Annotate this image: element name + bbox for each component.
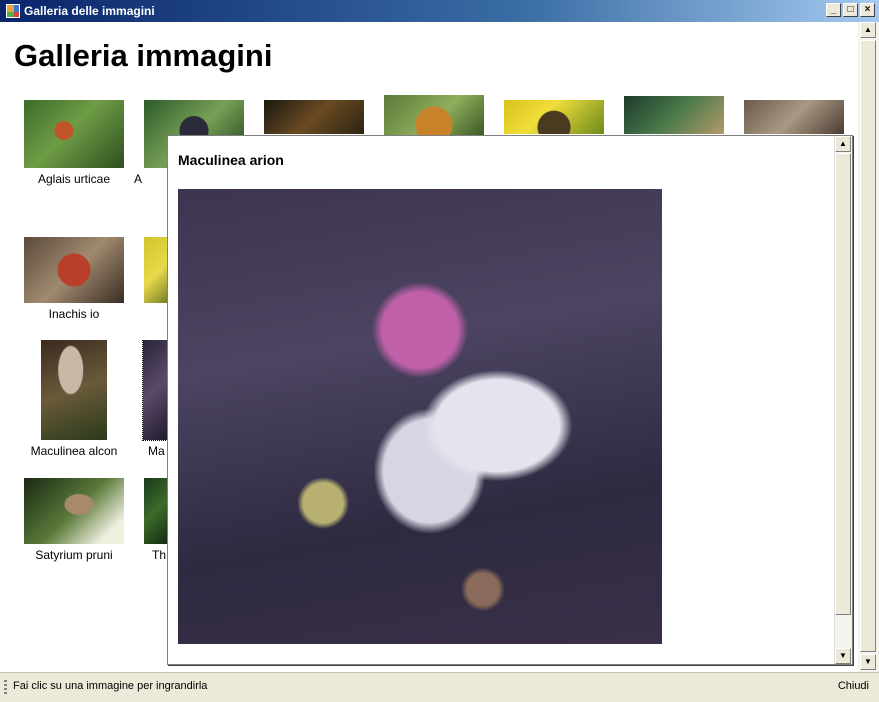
thumbnail-image[interactable] — [144, 237, 167, 303]
preview-title: Maculinea arion — [178, 152, 284, 168]
thumbnail-image[interactable] — [41, 340, 107, 440]
thumbnail-satyrium-pruni[interactable]: Satyrium pruni — [14, 478, 134, 562]
image-preview-panel: Maculinea arion ▲ ▼ — [167, 135, 853, 665]
thumbnail-label: Maculinea alcon — [30, 444, 118, 458]
thumbnail-image[interactable] — [624, 96, 724, 134]
thumbnail-6[interactable] — [614, 96, 734, 134]
thumbnail-image[interactable] — [384, 95, 484, 135]
thumbnail-label: Ma — [148, 444, 165, 458]
thumbnail-label: Aglais urticae — [37, 172, 111, 186]
thumbnail-image[interactable] — [744, 100, 844, 134]
close-window-button[interactable]: × — [860, 3, 875, 17]
thumbnail-5[interactable] — [494, 100, 614, 134]
window-titlebar[interactable]: Galleria delle immagini _ □ × — [0, 0, 879, 22]
thumbnail-aglais-urticae[interactable]: Aglais urticae — [14, 100, 134, 186]
minimize-button[interactable]: _ — [826, 3, 841, 17]
app-icon — [6, 4, 20, 18]
thumbnail-image[interactable] — [144, 478, 167, 544]
page-title: Galleria immagini — [14, 38, 273, 73]
client-area: Galleria immagini Aglais urticae A Inach… — [0, 22, 879, 672]
window-controls: _ □ × — [826, 3, 875, 17]
status-bar: Fai clic su una immagine per ingrandirla… — [0, 672, 879, 702]
thumbnail-label: Inachis io — [48, 307, 100, 321]
scroll-up-arrow-icon[interactable]: ▲ — [860, 22, 876, 38]
grip-icon — [4, 680, 7, 694]
scroll-down-arrow-icon[interactable]: ▼ — [835, 648, 851, 664]
thumbnail-4[interactable] — [374, 95, 494, 135]
window-title: Galleria delle immagini — [24, 4, 155, 18]
thumbnail-image[interactable] — [24, 100, 124, 168]
scrollbar-thumb[interactable] — [835, 153, 851, 615]
thumbnail-7[interactable] — [734, 100, 854, 134]
thumbnail-inachis-io[interactable]: Inachis io — [14, 237, 134, 321]
close-link[interactable]: Chiudi — [838, 680, 869, 692]
thumbnail-maculinea-alcon[interactable]: Maculinea alcon — [14, 340, 134, 458]
scroll-up-arrow-icon[interactable]: ▲ — [835, 136, 851, 152]
thumbnail-image[interactable] — [142, 340, 167, 441]
scrollbar-thumb[interactable] — [860, 40, 876, 652]
thumbnail-maculinea-arion[interactable]: Ma — [134, 340, 167, 458]
thumbnail-image[interactable] — [504, 100, 604, 134]
status-text: Fai clic su una immagine per ingrandirla — [13, 680, 208, 692]
maximize-button[interactable]: □ — [843, 3, 858, 17]
thumbnail-image[interactable] — [264, 100, 364, 134]
preview-scrollbar[interactable]: ▲ ▼ — [834, 136, 852, 664]
thumbnail-image[interactable] — [24, 478, 124, 544]
thumbnail-label: Satyrium pruni — [35, 548, 113, 562]
window-scrollbar[interactable]: ▲ ▼ — [858, 22, 879, 672]
thumbnail-13[interactable]: Th — [134, 478, 167, 562]
butterfly-photo-icon[interactable] — [178, 189, 662, 644]
thumbnail-3[interactable] — [254, 100, 374, 134]
thumbnail-image[interactable] — [24, 237, 124, 303]
scroll-down-arrow-icon[interactable]: ▼ — [860, 654, 876, 670]
thumbnail-9[interactable] — [134, 237, 167, 303]
thumbnail-label: Th — [152, 548, 167, 562]
